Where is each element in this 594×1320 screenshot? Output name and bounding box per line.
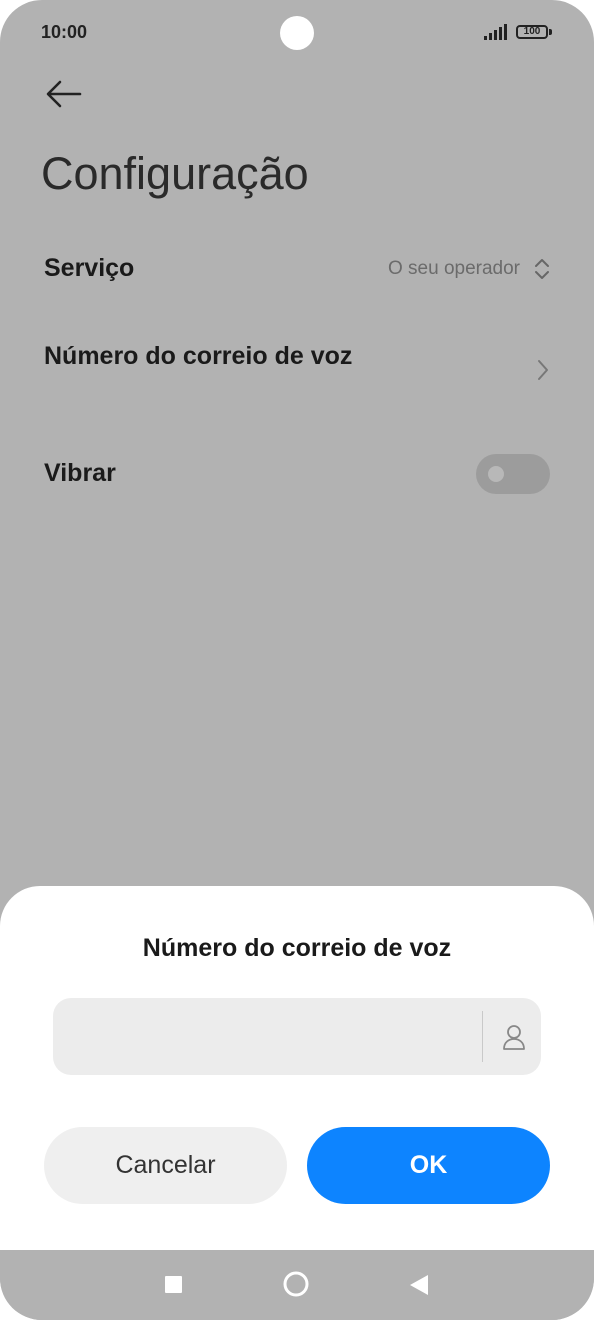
circle-home-icon[interactable]: [266, 1250, 326, 1320]
battery-level: 100: [523, 26, 541, 37]
square-recents-icon[interactable]: [143, 1250, 203, 1320]
status-time: 10:00: [41, 22, 88, 42]
voicemail-dialog: Número do correio de voz Cancelar OK: [0, 886, 594, 1250]
service-value: O seu operador: [387, 258, 520, 279]
settings-row-voicemail-number[interactable]: Número do correio de voz: [44, 340, 550, 400]
back-arrow-icon[interactable]: [44, 76, 84, 112]
battery-nub: [549, 29, 552, 35]
settings-row-vibrate: Vibrar: [44, 454, 550, 494]
cancel-button[interactable]: Cancelar: [44, 1127, 287, 1204]
battery-icon: 100: [516, 25, 548, 39]
signal-icon: [484, 24, 507, 40]
voicemail-number-label: Número do correio de voz: [44, 342, 353, 370]
vibrate-label: Vibrar: [44, 459, 116, 487]
service-label: Serviço: [44, 254, 135, 282]
page-title: Configuração: [41, 148, 309, 199]
vibrate-toggle[interactable]: [476, 454, 550, 494]
settings-row-service[interactable]: Serviço O seu operador: [44, 252, 550, 288]
voicemail-number-input[interactable]: [53, 998, 541, 1075]
chevron-right-icon: [538, 360, 548, 380]
dialog-title: Número do correio de voz: [142, 934, 452, 962]
chevron-up-down-icon: [535, 259, 549, 279]
toggle-knob: [488, 466, 504, 482]
triangle-back-icon[interactable]: [388, 1250, 448, 1320]
phone-screen: 10:00 100 Configuração Serviço O seu ope…: [0, 0, 594, 1320]
ok-button[interactable]: OK: [307, 1127, 550, 1204]
input-divider: [482, 1011, 483, 1062]
navigation-bar: [0, 1250, 594, 1320]
front-camera-cutout: [280, 16, 314, 50]
status-bar: 10:00 100: [0, 0, 594, 66]
person-icon[interactable]: [499, 1022, 529, 1052]
